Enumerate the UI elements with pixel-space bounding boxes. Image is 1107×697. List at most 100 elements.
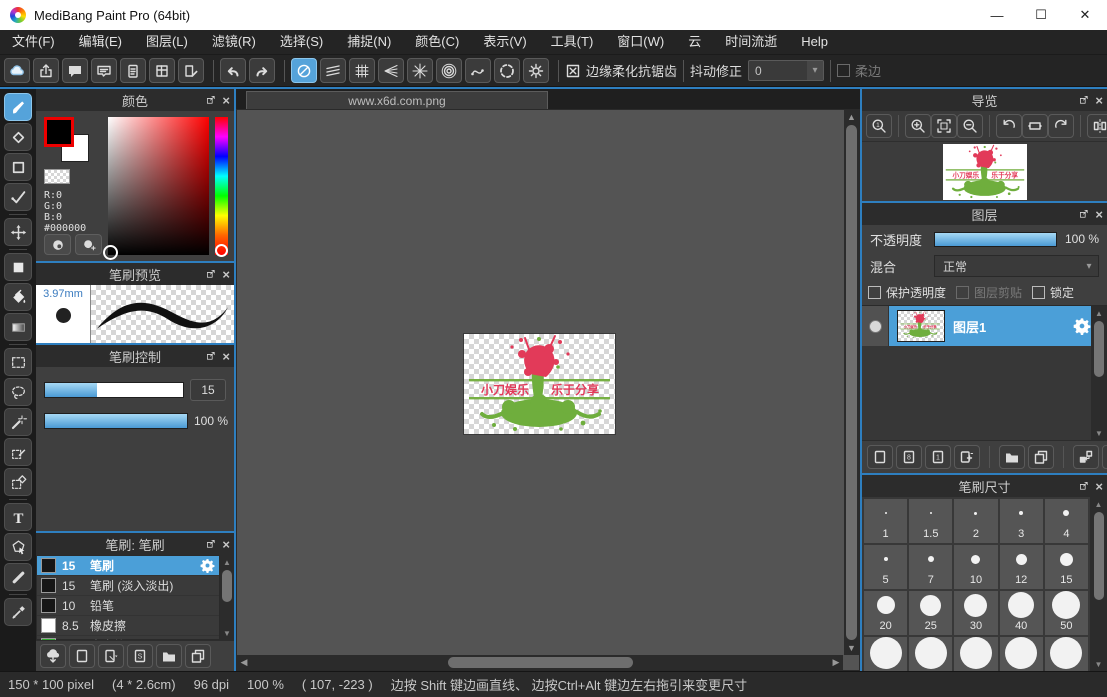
layer-new-1bit-button[interactable]: 1 (925, 445, 951, 469)
scrollbar-thumb[interactable] (1094, 512, 1104, 600)
menu-item-13[interactable]: Help (789, 30, 840, 54)
brush-size-cell[interactable]: 12 (1000, 545, 1043, 589)
shape-brush-tool-button[interactable] (4, 153, 32, 181)
select-eraser-tool-button[interactable] (4, 468, 32, 496)
snap-curve-button[interactable] (465, 58, 491, 83)
share-upload-button[interactable] (33, 58, 59, 83)
new-document-button[interactable] (120, 58, 146, 83)
saturation-value-picker[interactable] (108, 117, 209, 255)
popout-icon[interactable] (206, 95, 217, 106)
snap-radial-button[interactable] (407, 58, 433, 83)
brush-size-cell[interactable]: 3 (1000, 499, 1043, 543)
chat-bubble-button[interactable] (62, 58, 88, 83)
select-pen-tool-button[interactable] (4, 438, 32, 466)
brush-size-cell[interactable]: 30 (954, 591, 997, 635)
eyedropper-tool-button[interactable] (4, 598, 32, 626)
brush-size-cell[interactable]: 4 (1045, 499, 1088, 543)
scrollbar-thumb[interactable] (846, 125, 857, 640)
polyline-pen-tool-button[interactable] (4, 183, 32, 211)
scrollbar-thumb[interactable] (448, 657, 633, 668)
scroll-left-icon[interactable]: ◀ (237, 656, 251, 670)
undo-arrow-button[interactable] (220, 58, 246, 83)
div-pen-tool-button[interactable] (4, 563, 32, 591)
snap-concentric-button[interactable] (436, 58, 462, 83)
lasso-tool-button[interactable] (4, 378, 32, 406)
layer-row[interactable]: 图层1 (862, 306, 1091, 346)
document-tab[interactable]: www.x6d.com.png (246, 91, 548, 109)
lock-checkbox[interactable]: 锁定 (1032, 284, 1074, 301)
snap-vanishing-button[interactable] (378, 58, 404, 83)
brush-tool-button[interactable] (4, 93, 32, 121)
close-icon[interactable]: × (222, 93, 230, 108)
scrollbar-thumb[interactable] (1094, 321, 1104, 377)
close-icon[interactable]: × (1095, 479, 1103, 494)
rotate-left-button[interactable] (996, 114, 1022, 138)
brush-size-cell[interactable]: 20 (864, 591, 907, 635)
brush-size-cell[interactable]: 50 (1045, 591, 1088, 635)
hue-cursor[interactable] (215, 244, 228, 257)
menu-item-5[interactable]: 选择(S) (268, 30, 335, 54)
brush-size-cell[interactable] (864, 637, 907, 671)
popout-icon[interactable] (1079, 209, 1090, 220)
scroll-down-icon[interactable]: ▼ (220, 626, 234, 640)
brush-size-cell[interactable]: 1.5 (909, 499, 952, 543)
menu-item-9[interactable]: 工具(T) (539, 30, 606, 54)
brush-size-cell[interactable]: 10 (954, 545, 997, 589)
brush-list-item[interactable]: 15笔刷 (淡入淡出) (37, 576, 219, 596)
menu-item-10[interactable]: 窗口(W) (605, 30, 676, 54)
close-icon[interactable]: × (222, 267, 230, 282)
brush-cloud-download-button[interactable] (40, 644, 66, 668)
hue-slider[interactable] (215, 117, 228, 255)
layer-opacity-slider[interactable] (934, 232, 1057, 247)
brush-size-cell[interactable]: 2 (954, 499, 997, 543)
menu-item-2[interactable]: 编辑(E) (67, 30, 134, 54)
menu-item-1[interactable]: 文件(F) (0, 30, 67, 54)
minimize-button[interactable]: — (975, 0, 1019, 30)
scroll-up-icon[interactable]: ▲ (1092, 497, 1106, 511)
zoom-original-button[interactable]: 1 (866, 114, 892, 138)
scroll-right-icon[interactable]: ▶ (829, 656, 843, 670)
select-rect-tool-button[interactable] (4, 348, 32, 376)
snap-cross-button[interactable] (349, 58, 375, 83)
canvas-document[interactable] (464, 334, 615, 434)
popout-icon[interactable] (206, 269, 217, 280)
brush-size-scrollbar[interactable]: ▲ ▼ (1090, 497, 1107, 671)
snap-ellipse-button[interactable] (494, 58, 520, 83)
eraser-tool-button[interactable] (4, 123, 32, 151)
brush-size-cell[interactable] (954, 637, 997, 671)
zoom-out-button[interactable] (957, 114, 983, 138)
bucket-tool-button[interactable] (4, 283, 32, 311)
menu-item-6[interactable]: 捕捉(N) (335, 30, 403, 54)
navigator-thumbnail[interactable] (943, 144, 1027, 200)
scroll-up-icon[interactable]: ▲ (845, 110, 859, 124)
layer-new-8bit-button[interactable]: 8 (896, 445, 922, 469)
brush-new-menu-button[interactable] (98, 644, 124, 668)
text-tool-button[interactable]: T (4, 503, 32, 531)
zoom-fit-button[interactable] (931, 114, 957, 138)
snap-parallel-button[interactable] (320, 58, 346, 83)
brush-folder-button[interactable] (156, 644, 182, 668)
popout-icon[interactable] (1079, 481, 1090, 492)
palette-button[interactable] (44, 234, 71, 255)
brush-list-scrollbar[interactable]: ▲ ▼ (220, 555, 234, 640)
brush-opacity-slider[interactable] (44, 413, 188, 429)
comment-bubble-button[interactable] (91, 58, 117, 83)
scroll-down-icon[interactable]: ▼ (1092, 657, 1106, 671)
layer-trash-button[interactable] (1102, 445, 1107, 469)
layer-duplicate-button[interactable] (1028, 445, 1054, 469)
palette-add-button[interactable] (75, 234, 102, 255)
brush-size-cell[interactable] (1000, 637, 1043, 671)
layer-folder-button[interactable] (999, 445, 1025, 469)
clipping-checkbox[interactable]: 图层剪贴 (956, 284, 1022, 301)
brush-size-cell[interactable]: 15 (1045, 545, 1088, 589)
sv-cursor[interactable] (103, 245, 118, 260)
soft-edge-checkbox[interactable]: 柔边 (837, 61, 881, 80)
brush-size-cell[interactable]: 1 (864, 499, 907, 543)
foreground-color-swatch[interactable] (44, 117, 74, 147)
brush-duplicate-button[interactable] (185, 644, 211, 668)
layer-visibility-toggle[interactable] (862, 306, 889, 346)
brush-size-cell[interactable]: 25 (909, 591, 952, 635)
redo-arrow-button[interactable] (249, 58, 275, 83)
menu-item-7[interactable]: 颜色(C) (403, 30, 471, 54)
canvas-hscrollbar[interactable]: ◀ ▶ (237, 655, 843, 670)
